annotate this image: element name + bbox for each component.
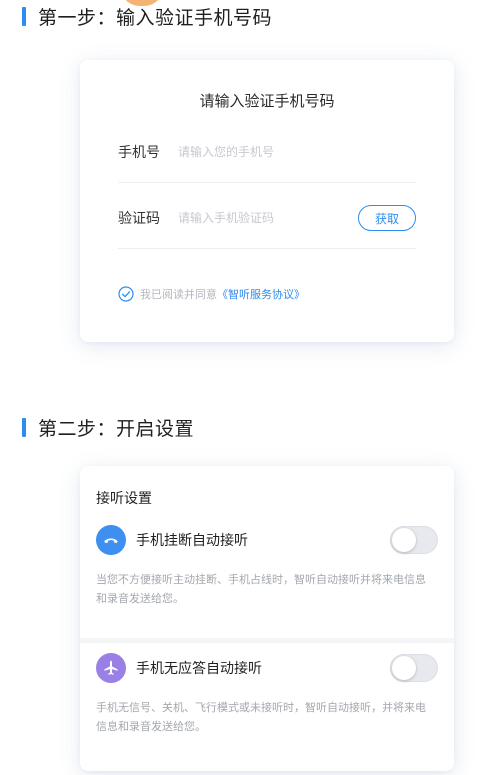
code-label: 验证码: [118, 211, 160, 227]
airplane-icon-glyph: [104, 660, 118, 675]
phone-label: 手机号: [118, 145, 160, 161]
step1-heading-text: 第一步：输入验证手机号码: [38, 7, 273, 29]
setting-row: 手机挂断自动接听: [96, 520, 438, 560]
get-code-button[interactable]: 获取: [358, 205, 416, 231]
setting-hangup-auto-answer: 手机挂断自动接听 当您不方便接听主动挂断、手机占线时，智听自动接听并将来电信息和…: [96, 520, 438, 608]
code-row: 验证码 获取: [118, 188, 416, 249]
settings-title: 接听设置: [96, 491, 152, 507]
step2-heading-text: 第二步：开启设置: [38, 418, 195, 440]
divider: [80, 638, 454, 643]
hangup-auto-answer-toggle[interactable]: [390, 526, 438, 554]
phone-verify-card: 请输入验证手机号码 手机号 验证码 获取 我已阅读并同意 《智听服务协议》: [80, 60, 454, 342]
agreement-row[interactable]: 我已阅读并同意 《智听服务协议》: [118, 286, 305, 302]
service-agreement-link[interactable]: 《智听服务协议》: [217, 286, 305, 302]
no-answer-auto-answer-toggle[interactable]: [390, 654, 438, 682]
check-circle-icon[interactable]: [118, 286, 134, 302]
setting-row: 手机无应答自动接听: [96, 648, 438, 688]
phone-input[interactable]: [178, 145, 416, 159]
step1-heading: 第一步：输入验证手机号码: [22, 3, 272, 30]
setting-description: 当您不方便接听主动挂断、手机占线时，智听自动接听并将来电信息和录音发送给您。: [96, 573, 426, 605]
phone-row: 手机号: [118, 122, 416, 183]
setting-label: 手机挂断自动接听: [136, 533, 248, 549]
answer-settings-card: 接听设置 手机挂断自动接听 当您不方便接听主动挂断、手机占线时，智听自动接听并将…: [80, 466, 454, 771]
agreement-text: 我已阅读并同意: [140, 288, 217, 301]
phone-hangup-icon-glyph: [104, 538, 118, 544]
airplane-icon: [96, 653, 126, 683]
card-title: 请输入验证手机号码: [199, 92, 335, 110]
toggle-knob: [392, 528, 416, 552]
code-input[interactable]: [178, 211, 358, 225]
step2-heading: 第二步：开启设置: [22, 414, 194, 441]
setting-description: 手机无信号、关机、飞行模式或未接听时，智听自动接听，并将来电信息和录音发送给您。: [96, 701, 426, 733]
heading-accent-bar: [22, 418, 26, 437]
setting-no-answer-auto-answer: 手机无应答自动接听 手机无信号、关机、飞行模式或未接听时，智听自动接听，并将来电…: [96, 648, 438, 736]
toggle-knob: [392, 656, 416, 680]
heading-accent-bar: [22, 7, 26, 26]
setting-label: 手机无应答自动接听: [136, 661, 262, 677]
phone-hangup-icon: [96, 525, 126, 555]
